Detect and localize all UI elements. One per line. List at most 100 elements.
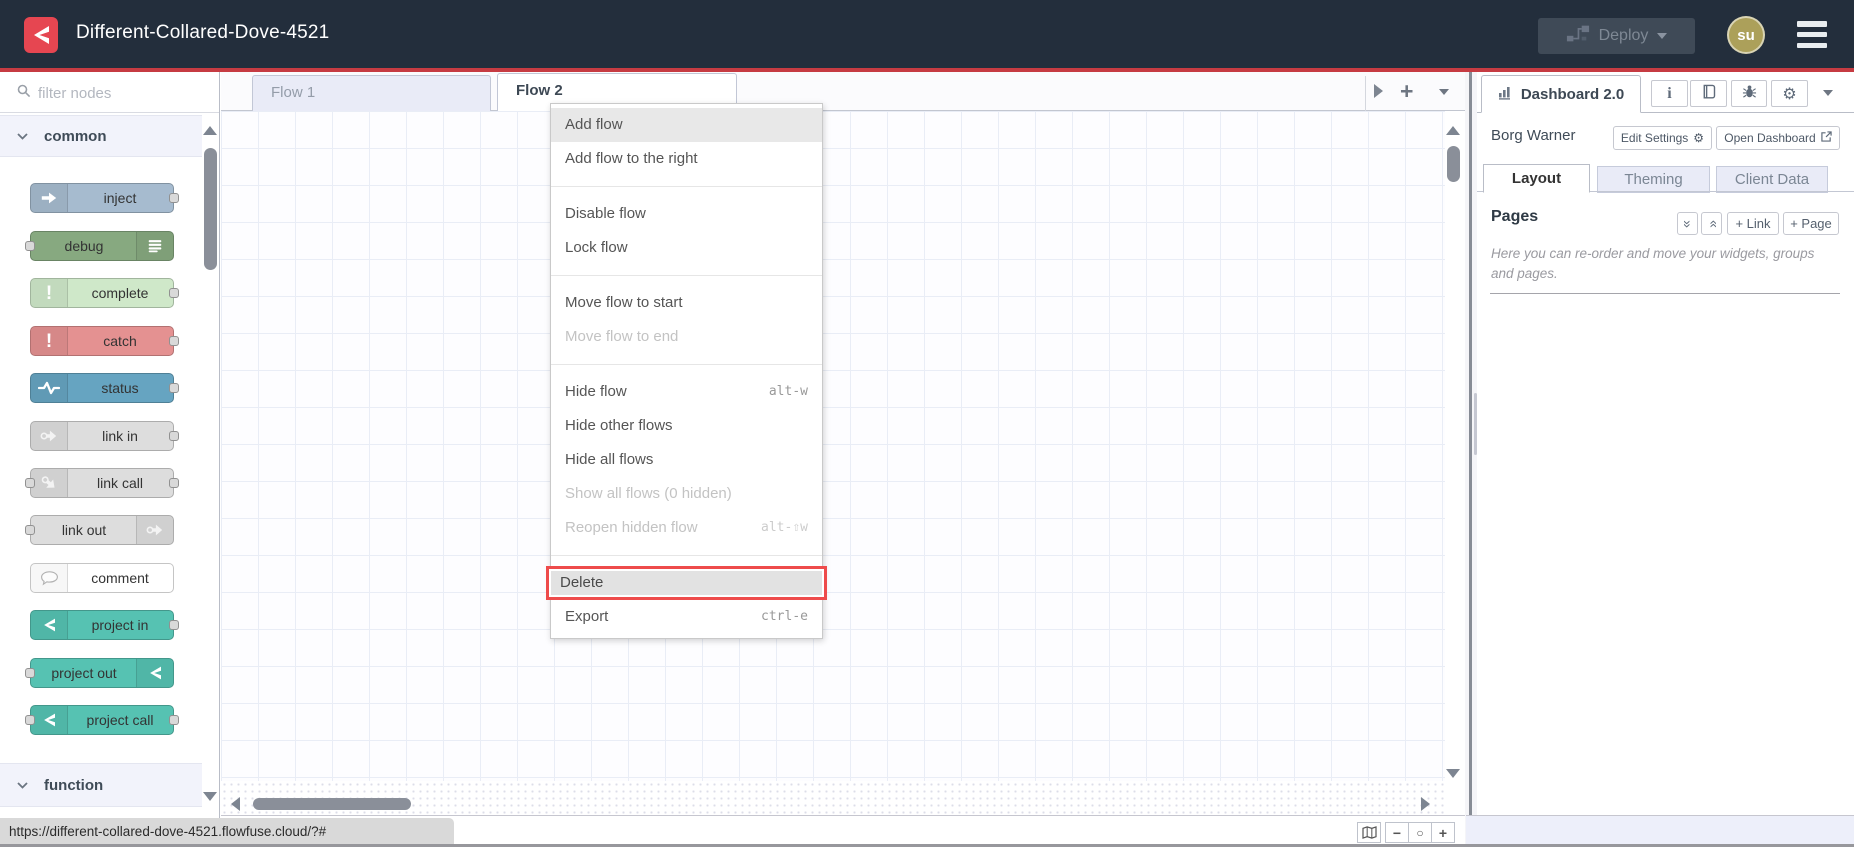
zoom-reset-button[interactable]: ○ (1408, 822, 1432, 843)
gear-icon: ⚙ (1693, 131, 1705, 145)
input-port (25, 525, 35, 535)
flow-tabbar: Flow 1 Flow 2 (221, 72, 1465, 111)
palette-node-link-call[interactable]: link call (25, 468, 179, 498)
tab-theming[interactable]: Theming (1597, 166, 1710, 193)
debug-console-icon (136, 232, 173, 260)
pages-divider (1490, 293, 1840, 294)
open-dashboard-button[interactable]: Open Dashboard (1716, 126, 1840, 150)
canvas-vscrollbar-thumb[interactable] (1447, 146, 1460, 182)
sidebar-menu-caret-icon[interactable] (1823, 90, 1833, 96)
palette-node-complete[interactable]: ! complete (30, 278, 179, 308)
add-page-button[interactable]: + Page (1783, 212, 1839, 235)
menu-item-hide-other-flows[interactable]: Hide other flows (551, 409, 822, 443)
search-icon (17, 84, 31, 103)
category-label: common (44, 127, 107, 145)
navigator-map-button[interactable] (1357, 822, 1381, 843)
canvas-scroll-up-icon[interactable] (1446, 126, 1460, 135)
canvas-hscrollbar-thumb[interactable] (253, 798, 411, 810)
palette-scroll-up-icon[interactable] (203, 126, 217, 135)
palette-node-link-out[interactable]: link out (25, 515, 174, 545)
palette-node-project-call[interactable]: project call (25, 705, 179, 735)
menu-item-move-flow-end: Move flow to end (565, 328, 679, 345)
palette-filter-input[interactable] (36, 79, 210, 107)
palette-scrollbar-thumb[interactable] (204, 148, 217, 270)
book-icon (1701, 84, 1716, 104)
palette-node-comment[interactable]: comment (30, 563, 174, 593)
menu-item-add-flow-right[interactable]: Add flow to the right (551, 142, 822, 176)
bug-icon (1742, 84, 1757, 104)
tab-list-caret-icon[interactable] (1439, 89, 1449, 95)
deploy-icon (1566, 24, 1590, 48)
palette-node-inject[interactable]: inject (30, 183, 179, 213)
palette-node-status[interactable]: status (30, 373, 179, 403)
link-icon (31, 422, 68, 450)
deploy-button[interactable]: Deploy (1538, 18, 1695, 54)
inject-arrow-icon (31, 184, 68, 212)
palette-scroll-down-icon[interactable] (203, 792, 217, 801)
tab-dashboard-2[interactable]: Dashboard 2.0 (1481, 75, 1641, 113)
settings-button[interactable]: ⚙ (1771, 80, 1808, 107)
comment-bubble-icon (31, 564, 68, 592)
pages-help-text: Here you can re-order and move your widg… (1491, 246, 1815, 281)
info-button[interactable]: i (1651, 80, 1688, 107)
menu-item-move-flow-start[interactable]: Move flow to start (551, 286, 822, 320)
palette-node-project-in[interactable]: project in (30, 610, 179, 640)
add-link-button[interactable]: + Link (1727, 212, 1779, 235)
menu-item-reopen-hidden-flow: alt-⇧w Reopen hidden flow (551, 511, 822, 545)
canvas-scroll-right-icon[interactable] (1421, 797, 1430, 811)
tab-client-data[interactable]: Client Data (1716, 166, 1828, 193)
output-port (169, 193, 179, 203)
palette-node-debug[interactable]: debug (25, 231, 174, 261)
deploy-label: Deploy (1598, 27, 1649, 44)
palette-node-catch[interactable]: ! catch (30, 326, 179, 356)
move-up-button[interactable]: » (1677, 212, 1698, 235)
tab-layout[interactable]: Layout (1483, 164, 1590, 193)
flowfuse-icon (31, 706, 68, 734)
sidebar-tab-label: Dashboard 2.0 (1520, 85, 1625, 103)
palette-category-common[interactable]: common (0, 115, 202, 157)
canvas-scroll-down-icon[interactable] (1446, 769, 1460, 778)
menu-item-export[interactable]: ctrl-e Export (551, 600, 822, 634)
zoom-in-button[interactable]: + (1431, 822, 1455, 843)
sidebar-separator-handle[interactable] (1469, 72, 1472, 847)
output-port (169, 288, 179, 298)
flow-canvas[interactable] (221, 111, 1445, 781)
shortcut-label: alt-⇧w (761, 520, 808, 535)
hamburger-icon (1797, 21, 1827, 27)
exclamation-icon: ! (31, 279, 68, 307)
output-port (169, 431, 179, 441)
help-book-button[interactable] (1690, 80, 1727, 107)
debug-bug-button[interactable] (1731, 80, 1767, 107)
menu-divider (551, 555, 822, 556)
dashboard-instance-name: Borg Warner (1491, 127, 1576, 144)
node-red-editor: Different-Collared-Dove-4521 Deploy su c… (0, 0, 1854, 847)
external-link-icon (1821, 131, 1832, 145)
main-menu-button[interactable] (1797, 21, 1827, 48)
palette-node-project-out[interactable]: project out (25, 658, 174, 688)
move-down-button[interactable]: » (1701, 212, 1722, 235)
tab-flow-1[interactable]: Flow 1 (252, 75, 491, 111)
palette-category-function[interactable]: function (0, 763, 202, 807)
add-flow-button[interactable]: + (1400, 78, 1413, 105)
edit-settings-button[interactable]: Edit Settings ⚙ (1613, 126, 1712, 150)
pages-section-title: Pages (1491, 208, 1539, 225)
input-port (25, 478, 35, 488)
status-url-tooltip: https://different-collared-dove-4521.flo… (0, 818, 454, 845)
deploy-options-caret-icon[interactable] (1657, 33, 1668, 39)
menu-item-disable-flow[interactable]: Disable flow (551, 197, 822, 231)
tab-scroll-right-icon[interactable] (1374, 84, 1383, 98)
menu-item-hide-flow[interactable]: alt-w Hide flow (551, 375, 822, 409)
menu-item-lock-flow[interactable]: Lock flow (551, 231, 822, 265)
palette-node-link-in[interactable]: link in (30, 421, 179, 451)
shortcut-label: alt-w (768, 384, 808, 399)
link-call-icon (31, 469, 68, 497)
zoom-out-button[interactable]: − (1385, 822, 1409, 843)
menu-item-add-flow[interactable]: Add flow (551, 108, 822, 142)
double-chevron-down-icon: » (1703, 219, 1720, 228)
flowfuse-logo-icon (24, 17, 58, 53)
user-avatar[interactable]: su (1727, 16, 1765, 54)
menu-item-hide-all-flows[interactable]: Hide all flows (551, 443, 822, 477)
menu-item-delete[interactable]: Delete (546, 566, 827, 600)
input-port (25, 668, 35, 678)
canvas-scroll-left-icon[interactable] (231, 797, 240, 811)
